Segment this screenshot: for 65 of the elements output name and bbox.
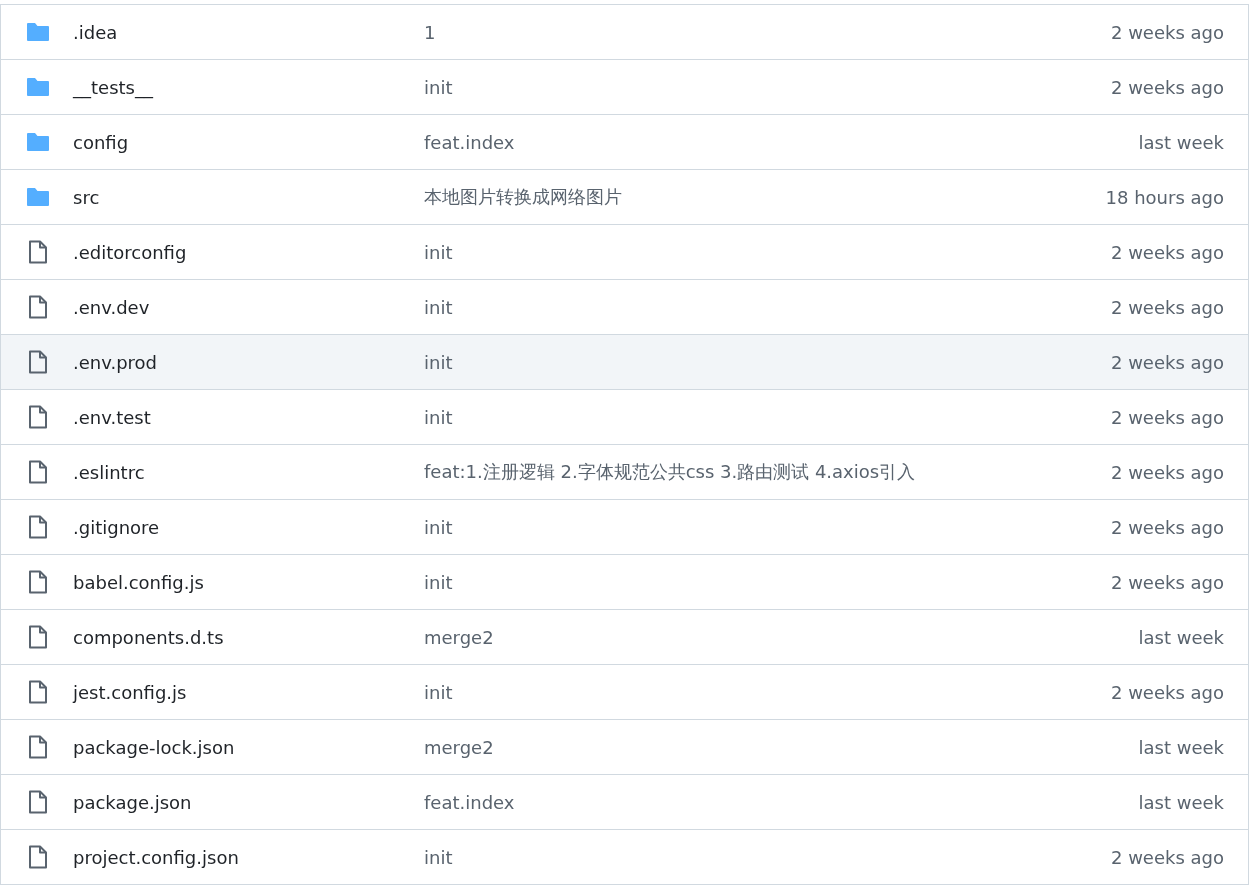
commit-date: 2 weeks ago — [1110, 76, 1225, 98]
file-icon — [28, 680, 48, 704]
file-name-link[interactable]: .env.dev — [73, 296, 150, 318]
file-icon — [28, 790, 48, 814]
commit-message-link[interactable]: init — [424, 241, 453, 263]
commit-message-link[interactable]: init — [424, 296, 453, 318]
commit-date: 2 weeks ago — [1110, 681, 1225, 703]
file-icon — [28, 295, 48, 319]
file-name-link[interactable]: jest.config.js — [73, 681, 187, 703]
file-name-link[interactable]: .gitignore — [73, 516, 160, 538]
commit-message-link[interactable]: init — [424, 76, 453, 98]
commit-message-link[interactable]: init — [424, 846, 453, 868]
folder-icon — [26, 22, 50, 42]
file-row[interactable]: .env.prod init 2 weeks ago — [1, 335, 1248, 390]
commit-message-link[interactable]: init — [424, 516, 453, 538]
file-icon — [28, 625, 48, 649]
file-icon — [28, 845, 48, 869]
commit-message-link[interactable]: merge2 — [424, 626, 494, 648]
file-name-link[interactable]: .eslintrc — [73, 461, 145, 483]
file-name-link[interactable]: config — [73, 131, 129, 153]
commit-date: last week — [1138, 791, 1225, 813]
commit-message-link[interactable]: init — [424, 571, 453, 593]
file-icon — [28, 460, 48, 484]
file-icon — [28, 735, 48, 759]
file-name-link[interactable]: package-lock.json — [73, 736, 235, 758]
file-icon — [28, 240, 48, 264]
commit-date: 18 hours ago — [1105, 186, 1225, 208]
commit-message-link[interactable]: init — [424, 681, 453, 703]
commit-message-link[interactable]: 1 — [424, 21, 436, 43]
file-icon — [28, 350, 48, 374]
file-name-link[interactable]: .idea — [73, 21, 118, 43]
file-name-link[interactable]: .editorconfig — [73, 241, 187, 263]
commit-date: 2 weeks ago — [1110, 461, 1225, 483]
file-name-link[interactable]: .env.prod — [73, 351, 158, 373]
folder-icon — [26, 187, 50, 207]
commit-message-link[interactable]: feat.index — [424, 131, 515, 153]
file-icon — [28, 570, 48, 594]
commit-date: 2 weeks ago — [1110, 516, 1225, 538]
commit-message-link[interactable]: feat.index — [424, 791, 515, 813]
commit-message-link[interactable]: init — [424, 351, 453, 373]
file-name-link[interactable]: src — [73, 186, 100, 208]
folder-icon — [26, 77, 50, 97]
commit-date: 2 weeks ago — [1110, 846, 1225, 868]
folder-icon — [26, 132, 50, 152]
commit-date: 2 weeks ago — [1110, 21, 1225, 43]
commit-date: 2 weeks ago — [1110, 406, 1225, 428]
commit-message-link[interactable]: feat:1.注册逻辑 2.字体规范公共css 3.路由测试 4.axios引入 — [424, 461, 916, 482]
file-icon — [28, 515, 48, 539]
file-name-link[interactable]: .env.test — [73, 406, 151, 428]
commit-date: 2 weeks ago — [1110, 296, 1225, 318]
file-icon — [28, 405, 48, 429]
file-name-link[interactable]: babel.config.js — [73, 571, 204, 593]
file-name-link[interactable]: project.config.json — [73, 846, 239, 868]
commit-message-link[interactable]: 本地图片转换成网络图片 — [424, 186, 622, 207]
file-name-link[interactable]: __tests__ — [73, 76, 153, 98]
commit-date: last week — [1138, 736, 1225, 758]
commit-date: 2 weeks ago — [1110, 241, 1225, 263]
commit-date: last week — [1138, 131, 1225, 153]
file-name-link[interactable]: package.json — [73, 791, 192, 813]
file-name-link[interactable]: components.d.ts — [73, 626, 224, 648]
commit-message-link[interactable]: init — [424, 406, 453, 428]
commit-date: 2 weeks ago — [1110, 351, 1225, 373]
commit-message-link[interactable]: merge2 — [424, 736, 494, 758]
commit-date: last week — [1138, 626, 1225, 648]
commit-date: 2 weeks ago — [1110, 571, 1225, 593]
